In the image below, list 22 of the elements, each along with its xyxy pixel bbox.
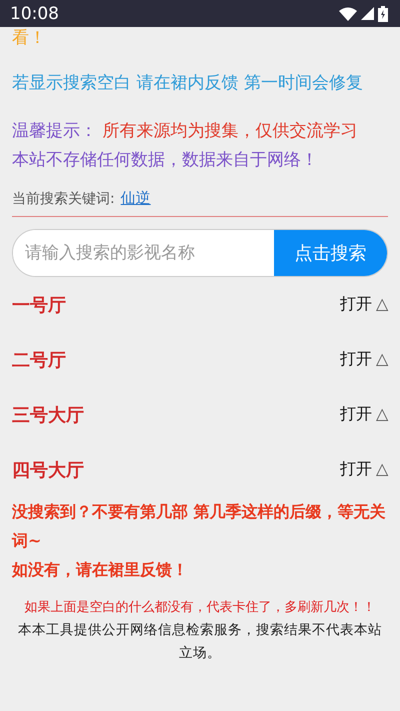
open-toggle[interactable]: 打开 △ bbox=[340, 349, 388, 370]
battery-icon bbox=[378, 6, 388, 22]
open-toggle[interactable]: 打开 △ bbox=[340, 404, 388, 425]
notice-text: 若显示搜索空白 请在裙内反馈 第一时间会修复 bbox=[12, 72, 364, 95]
disclaimer-text: 本本工具提供公开网络信息检索服务，搜索结果不代表本站立场。 bbox=[17, 621, 383, 663]
notice-text: 看！ bbox=[12, 27, 47, 49]
keyword-link[interactable]: 仙逆 bbox=[120, 189, 151, 208]
signal-icon bbox=[361, 7, 374, 20]
refresh-note: 如果上面是空白的什么都没有，代表卡住了，多刷新几次！！ bbox=[24, 599, 376, 617]
open-toggle[interactable]: 打开 △ bbox=[340, 459, 388, 480]
keyword-label: 当前搜索关键词: bbox=[12, 190, 115, 208]
hall-title: 二号厅 bbox=[12, 348, 66, 372]
status-time: 10:08 bbox=[10, 4, 59, 24]
hall-title: 三号大厅 bbox=[12, 404, 84, 426]
warning-text: 没搜索到？不要有第几部 第几季这样的后缀，等无关词~ bbox=[12, 501, 387, 552]
warning-text: 如没有，请在裙里反馈！ bbox=[12, 559, 189, 581]
wifi-icon bbox=[339, 6, 357, 20]
tip-text: 本站不存储任何数据，数据来自于网络！ bbox=[12, 149, 319, 172]
hall-title: 一号厅 bbox=[12, 294, 66, 316]
open-toggle[interactable]: 打开 △ bbox=[340, 294, 388, 315]
hall-title: 四号大厅 bbox=[12, 458, 84, 482]
tip-text: 温馨提示： 所有来源均为搜集，仅供交流学习 bbox=[12, 120, 358, 143]
